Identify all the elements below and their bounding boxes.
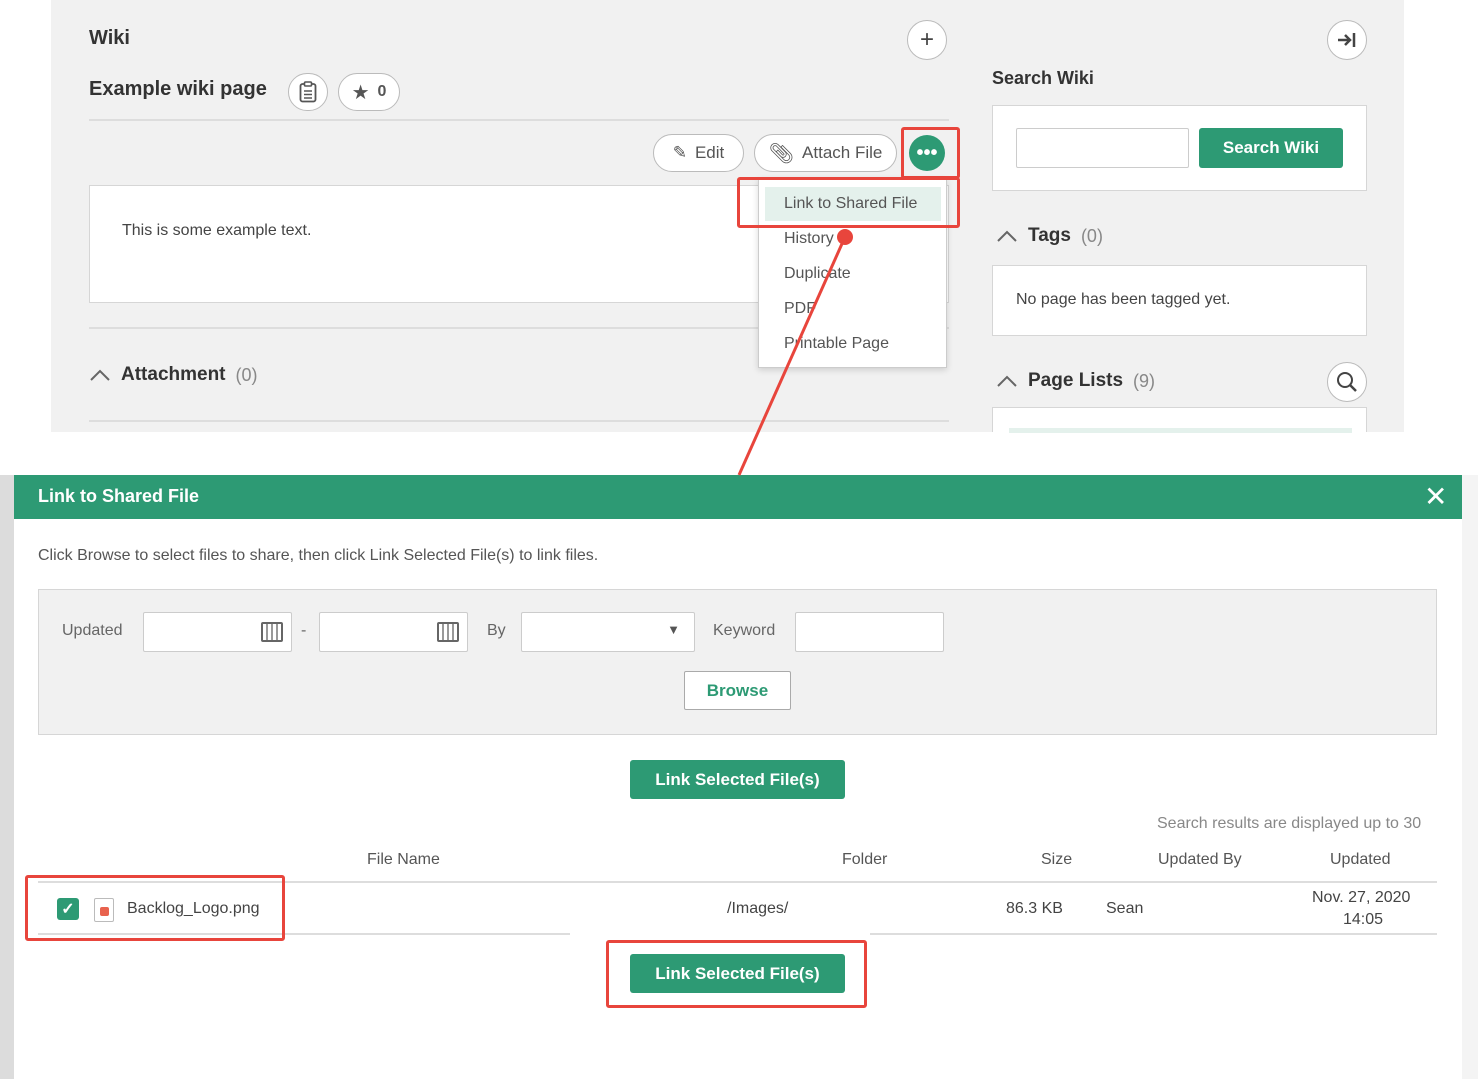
copy-button[interactable] — [288, 73, 328, 111]
arrow-right-bar-icon — [1338, 33, 1356, 47]
attach-label: Attach File — [802, 143, 883, 162]
page-lists-row — [1009, 428, 1352, 433]
star-count: 0 — [377, 83, 387, 100]
tags-empty-text: No page has been tagged yet. — [1016, 291, 1231, 308]
column-header-size[interactable]: Size — [1041, 851, 1072, 869]
highlight-more-button — [901, 127, 960, 179]
tags-label: Tags — [1028, 225, 1071, 246]
menu-item-history[interactable]: History — [784, 230, 834, 248]
page-lists-label: Page Lists — [1028, 370, 1124, 391]
updated-from-input[interactable] — [143, 612, 292, 652]
wiki-heading: Wiki — [89, 27, 130, 49]
tags-section-header[interactable]: Tags (0) — [996, 225, 1103, 247]
calendar-icon[interactable] — [261, 622, 283, 642]
highlight-link-button — [606, 940, 867, 1008]
menu-item-printable-page[interactable]: Printable Page — [784, 335, 889, 353]
star-button[interactable]: ★ 0 — [338, 73, 400, 111]
add-page-button[interactable]: + — [907, 20, 947, 60]
modal-title: Link to Shared File — [38, 486, 200, 506]
modal-header — [14, 475, 1462, 519]
page-lists-section-header[interactable]: Page Lists (9) — [996, 370, 1155, 392]
calendar-icon[interactable] — [437, 622, 459, 642]
search-icon — [1337, 372, 1357, 392]
highlight-file-row — [25, 875, 285, 941]
tags-count: (0) — [1080, 225, 1103, 246]
star-icon: ★ — [351, 81, 370, 104]
keyword-input[interactable] — [795, 612, 944, 652]
wiki-content-text: This is some example text. — [122, 222, 312, 239]
edit-label: Edit — [694, 143, 725, 162]
divider — [89, 119, 949, 121]
updated-time-cell: 14:05 — [1343, 911, 1384, 928]
updated-filter-label: Updated — [62, 622, 123, 639]
highlight-menu-item — [737, 177, 960, 228]
column-header-updated-by[interactable]: Updated By — [1158, 851, 1242, 869]
results-limit-note: Search results are displayed up to 30 — [1157, 815, 1422, 832]
edit-button[interactable]: ✎ Edit — [653, 134, 744, 172]
chevron-up-icon — [997, 230, 1017, 242]
menu-item-duplicate[interactable]: Duplicate — [784, 265, 851, 283]
background-app-edge-right — [1462, 475, 1478, 1079]
chevron-up-icon — [997, 375, 1017, 387]
search-wiki-button[interactable]: Search Wiki — [1199, 128, 1343, 168]
column-header-file-name[interactable]: File Name — [367, 851, 440, 869]
page-lists-box — [992, 407, 1367, 433]
updated-date-cell: Nov. 27, 2020 — [1312, 889, 1411, 906]
attachment-section-header[interactable]: Attachment (0) — [89, 364, 258, 386]
modal-instructions: Click Browse to select files to share, t… — [38, 547, 599, 564]
attachment-label: Attachment — [121, 364, 226, 385]
updated-by-cell: Sean — [1106, 900, 1144, 917]
column-header-folder[interactable]: Folder — [842, 851, 887, 869]
attach-file-button[interactable]: 📎︎ Attach File — [754, 134, 897, 172]
link-selected-files-button-top[interactable]: Link Selected File(s) — [630, 760, 845, 799]
chevron-down-icon: ▼ — [667, 622, 680, 637]
size-cell: 86.3 KB — [1006, 900, 1063, 917]
chevron-up-icon — [90, 369, 110, 381]
clipboard-icon — [299, 81, 317, 103]
column-header-updated[interactable]: Updated — [1330, 851, 1391, 869]
updated-to-input[interactable] — [319, 612, 468, 652]
close-icon[interactable]: ✕ — [1424, 480, 1447, 513]
date-range-dash: - — [301, 622, 307, 639]
menu-item-pdf[interactable]: PDF — [784, 300, 816, 318]
collapse-sidebar-button[interactable] — [1327, 20, 1367, 60]
browse-button[interactable]: Browse — [684, 671, 791, 710]
paperclip-icon: 📎︎ — [768, 142, 795, 165]
page-lists-count: (9) — [1133, 370, 1156, 391]
search-wiki-input[interactable] — [1016, 128, 1189, 168]
pencil-icon: ✎ — [672, 143, 687, 162]
page-title: Example wiki page — [89, 78, 267, 100]
attachment-count: (0) — [235, 364, 258, 385]
search-wiki-title: Search Wiki — [992, 68, 1094, 88]
folder-cell: /Images/ — [727, 900, 789, 917]
filter-panel — [38, 589, 1437, 735]
page-lists-search-button[interactable] — [1327, 362, 1367, 402]
by-filter-label: By — [487, 622, 506, 639]
keyword-filter-label: Keyword — [713, 622, 776, 639]
plus-icon: + — [919, 26, 934, 53]
table-row-divider — [870, 933, 1437, 935]
by-select[interactable]: ▼ — [521, 612, 695, 652]
divider — [89, 420, 949, 422]
